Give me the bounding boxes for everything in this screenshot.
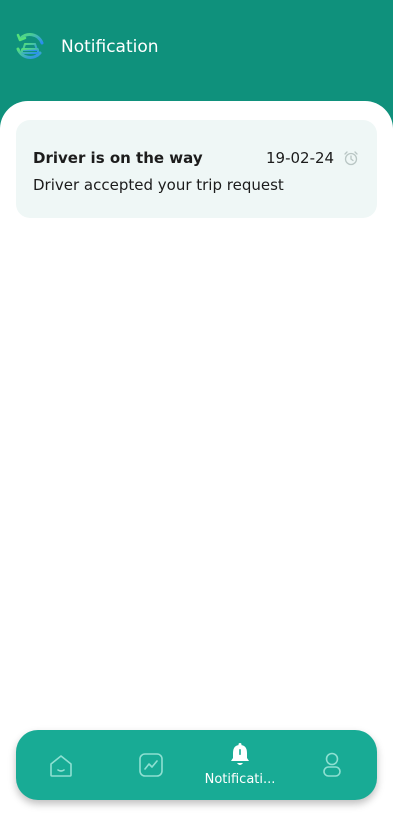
home-icon bbox=[50, 755, 72, 777]
profile-icon bbox=[323, 752, 341, 777]
nav-home[interactable] bbox=[21, 730, 101, 800]
nav-notifications[interactable]: Notificati... bbox=[200, 730, 280, 800]
content-panel: Driver is on the way 19-02-24 Driver acc… bbox=[0, 101, 393, 815]
car-swap-icon bbox=[16, 33, 44, 59]
notification-title: Driver is on the way bbox=[33, 149, 203, 167]
nav-profile[interactable] bbox=[292, 730, 372, 800]
notification-card[interactable]: Driver is on the way 19-02-24 Driver acc… bbox=[16, 120, 377, 218]
page-title: Notification bbox=[61, 37, 159, 57]
chart-icon bbox=[139, 753, 163, 777]
alarm-clock-icon bbox=[344, 151, 358, 166]
bell-icon bbox=[231, 743, 249, 765]
nav-stats[interactable] bbox=[111, 730, 191, 800]
notification-date: 19-02-24 bbox=[266, 149, 335, 167]
nav-notifications-label: Notificati... bbox=[204, 772, 276, 787]
bottom-navigation: Notificati... bbox=[16, 730, 377, 800]
notification-body: Driver accepted your trip request bbox=[33, 176, 284, 194]
